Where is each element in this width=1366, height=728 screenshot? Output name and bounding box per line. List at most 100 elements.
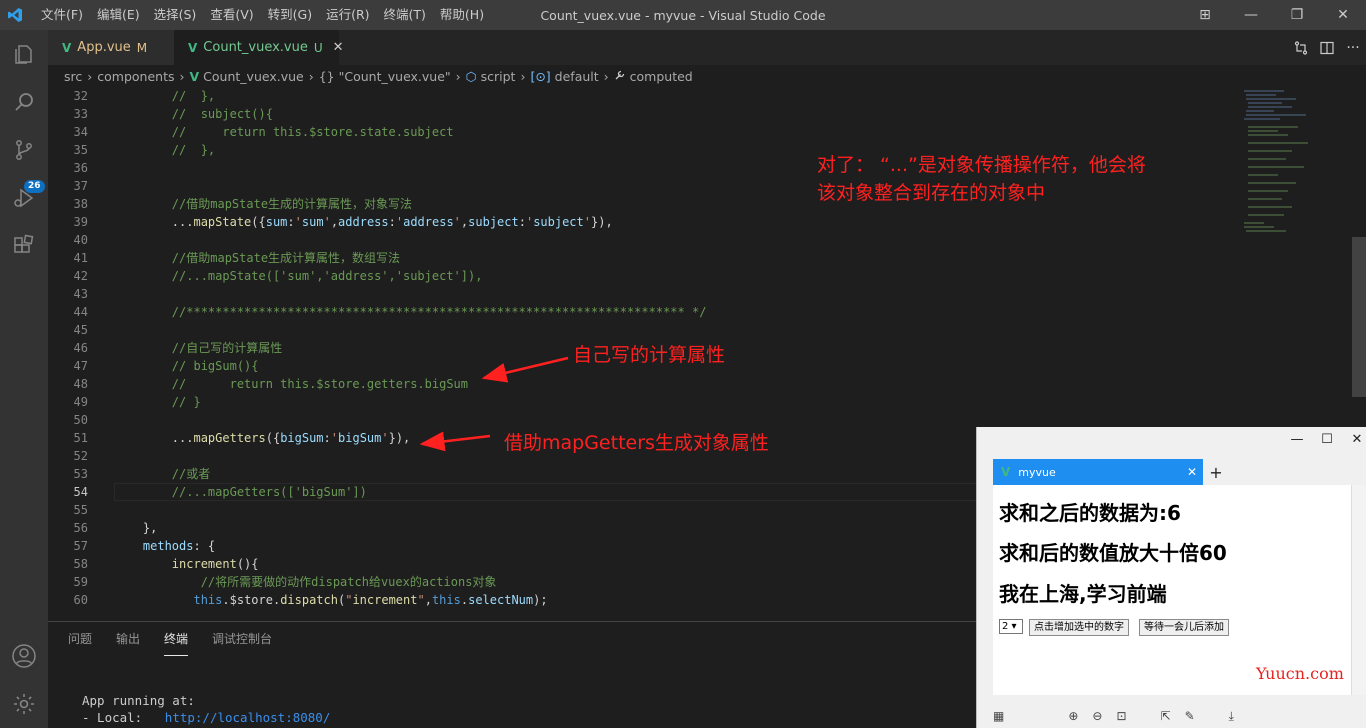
run-debug-icon[interactable]: [0, 174, 48, 222]
panel-tabs: 问题 输出 终端 调试控制台: [48, 622, 976, 656]
code-line[interactable]: 48 // return this.$store.getters.bigSum: [48, 375, 1238, 393]
code-text: //借助mapState生成的计算属性，对象写法: [114, 197, 413, 211]
code-line[interactable]: 45: [48, 321, 1238, 339]
minimize-button[interactable]: —: [1228, 0, 1274, 30]
number-select[interactable]: 2 ▾: [999, 619, 1023, 634]
breadcrumb-components[interactable]: components: [97, 69, 174, 84]
new-tab-button[interactable]: +: [1203, 459, 1229, 485]
code-text: methods: {: [142, 539, 216, 553]
pen-icon[interactable]: ✎: [1185, 709, 1195, 724]
menu-edit[interactable]: 编辑(E): [90, 0, 147, 30]
breadcrumb-file[interactable]: Count_vuex.vue: [203, 69, 304, 84]
share-icon[interactable]: ⇱: [1161, 709, 1171, 724]
line-number: 59: [73, 575, 88, 589]
zoom-in-icon[interactable]: ⊕: [1068, 709, 1078, 724]
code-line[interactable]: 49 // }: [48, 393, 1238, 411]
chevron-right-icon: ›: [520, 68, 526, 84]
layout-icon[interactable]: ⊞: [1182, 0, 1228, 30]
wrench-icon: [614, 69, 626, 84]
account-icon[interactable]: [0, 632, 48, 680]
breadcrumb-module[interactable]: "Count_vuex.vue": [339, 69, 451, 84]
browser-minimize-button[interactable]: —: [1282, 427, 1312, 451]
fit-icon[interactable]: ⊡: [1116, 709, 1126, 724]
code-line[interactable]: 39 ...mapState({sum:'sum',address:'addre…: [48, 213, 1238, 231]
terminal-label: - Local:: [82, 710, 165, 725]
code-line[interactable]: 37: [48, 177, 1238, 195]
breadcrumb-computed[interactable]: computed: [630, 69, 693, 84]
tab-debug-console[interactable]: 调试控制台: [212, 622, 272, 656]
browser-close-button[interactable]: ✕: [1342, 427, 1366, 451]
menu-view[interactable]: 查看(V): [203, 0, 260, 30]
code-line[interactable]: 38 //借助mapState生成的计算属性，对象写法: [48, 195, 1238, 213]
breadcrumb-default[interactable]: default: [555, 69, 599, 84]
chevron-right-icon: ›: [308, 68, 314, 84]
line-number: 48: [73, 377, 88, 391]
menu-help[interactable]: 帮助(H): [433, 0, 491, 30]
close-tab-icon[interactable]: ✕: [1187, 465, 1197, 479]
scrollbar-thumb[interactable]: [1352, 237, 1366, 397]
line-number: 34: [73, 125, 88, 139]
menu-terminal[interactable]: 终端(T): [377, 0, 433, 30]
source-control-icon[interactable]: [0, 126, 48, 174]
code-line[interactable]: 32 // },: [48, 87, 1238, 105]
increment-wait-button[interactable]: 等待一会儿后添加: [1139, 619, 1229, 636]
browser-maximize-button[interactable]: ☐: [1312, 427, 1342, 451]
annotation-own-computed: 自己写的计算属性: [573, 344, 726, 366]
code-text: //...mapState(['sum','address','subject'…: [114, 269, 483, 283]
code-text: // },: [114, 143, 216, 157]
menu-run[interactable]: 运行(R): [319, 0, 376, 30]
line-number: 32: [73, 89, 88, 103]
explorer-icon[interactable]: [0, 30, 48, 78]
breadcrumb-script[interactable]: script: [481, 69, 516, 84]
split-editor-icon[interactable]: [1314, 35, 1340, 61]
increment-selected-button[interactable]: 点击增加选中的数字: [1029, 619, 1129, 636]
code-text: //将所需要做的动作dispatch给vuex的actions对象: [114, 575, 497, 589]
tab-output[interactable]: 输出: [116, 622, 140, 656]
code-text: ...mapState({sum:'sum',address:'address'…: [114, 215, 613, 229]
local-url-link[interactable]: http://localhost:8080/: [165, 710, 331, 725]
extensions-icon[interactable]: [0, 222, 48, 270]
menu-selection[interactable]: 选择(S): [147, 0, 204, 30]
code-line[interactable]: 34 // return this.$store.state.subject: [48, 123, 1238, 141]
close-window-button[interactable]: ✕: [1320, 0, 1366, 30]
line-number: 58: [73, 557, 88, 571]
browser-tab-myvue[interactable]: V myvue ✕: [993, 459, 1203, 485]
tab-problems[interactable]: 问题: [68, 622, 92, 656]
code-line[interactable]: 42 //...mapState(['sum','address','subje…: [48, 267, 1238, 285]
code-text: },: [114, 521, 158, 535]
close-tab-icon[interactable]: ✕: [333, 40, 344, 55]
more-actions-icon[interactable]: ···: [1340, 35, 1366, 61]
line-number: 40: [73, 233, 88, 247]
chevron-right-icon: ›: [455, 68, 461, 84]
download-icon[interactable]: ⤓: [1229, 709, 1234, 724]
terminal-line: App running at:: [82, 693, 195, 708]
chevron-right-icon: ›: [603, 68, 609, 84]
grid-icon[interactable]: ▦: [993, 709, 1004, 724]
line-number: 60: [73, 593, 88, 607]
line-number: 38: [73, 197, 88, 211]
menu-go[interactable]: 转到(G): [261, 0, 319, 30]
browser-tab-bar: V myvue ✕ +: [993, 459, 1366, 485]
restore-button[interactable]: ❐: [1274, 0, 1320, 30]
breadcrumb-src[interactable]: src: [64, 69, 82, 84]
menu-file[interactable]: 文件(F): [34, 0, 90, 30]
code-line[interactable]: 44 //***********************************…: [48, 303, 1238, 321]
code-line[interactable]: 41 //借助mapState生成计算属性，数组写法: [48, 249, 1238, 267]
code-line[interactable]: 33 // subject(){: [48, 105, 1238, 123]
tab-app-vue[interactable]: V App.vue M: [48, 30, 174, 65]
tab-count-vuex-vue[interactable]: V Count_vuex.vue U ✕: [174, 30, 344, 65]
editor-tabs: V App.vue M V Count_vuex.vue U ✕: [48, 30, 1366, 65]
search-icon[interactable]: [0, 78, 48, 126]
terminal-line: - Local: http://localhost:8080/: [82, 710, 330, 725]
line-number: 47: [73, 359, 88, 373]
breadcrumb: src › components › V Count_vuex.vue › {}…: [48, 65, 1366, 87]
line-number: 51: [73, 431, 88, 445]
annotation-spread-operator: 对了： “...”是对象传播操作符，他会将: [817, 154, 1146, 176]
zoom-out-icon[interactable]: ⊖: [1092, 709, 1102, 724]
code-line[interactable]: 40: [48, 231, 1238, 249]
tab-terminal[interactable]: 终端: [164, 622, 189, 656]
open-changes-icon[interactable]: [1288, 35, 1314, 61]
code-text: //借助mapState生成计算属性，数组写法: [114, 251, 401, 265]
settings-gear-icon[interactable]: [0, 680, 48, 728]
code-line[interactable]: 43: [48, 285, 1238, 303]
